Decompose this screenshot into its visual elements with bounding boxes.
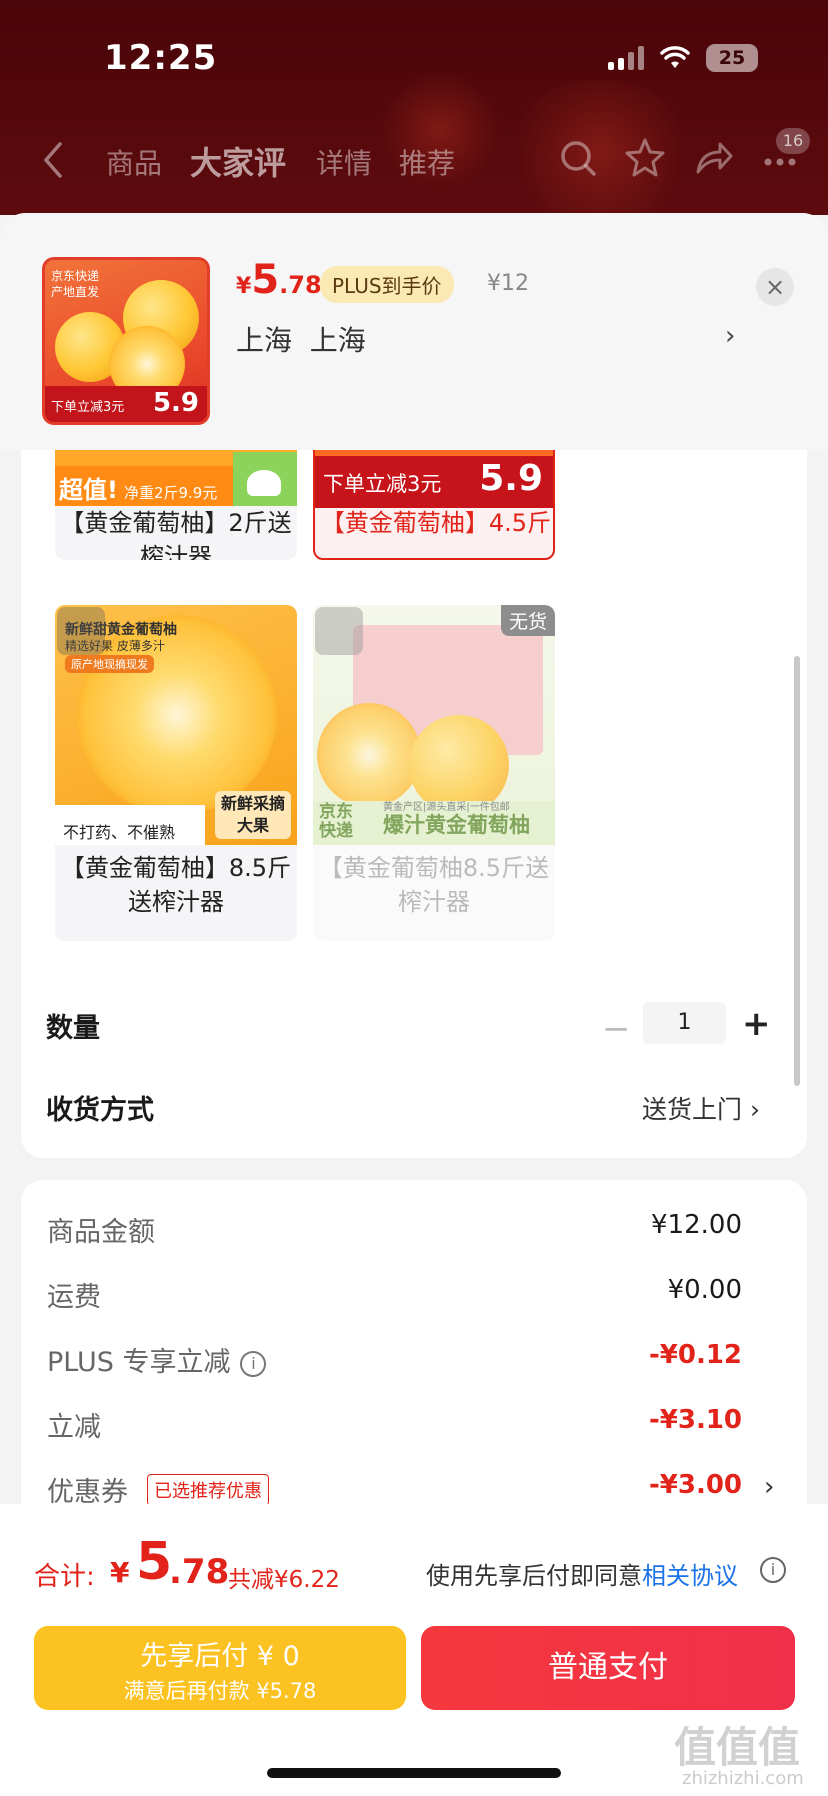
chevron-right-icon: › (749, 1095, 760, 1124)
tab-recommend[interactable]: 推荐 (399, 142, 455, 182)
sku-label: 【黄金葡萄柚】4.5斤 (320, 509, 552, 537)
pay-later-title: 先享后付 ¥ 0 (140, 1641, 300, 1672)
total-saved: 共减¥6.22 (228, 1567, 340, 1593)
sku-image: 下单立减3元 5.9 (315, 450, 553, 508)
star-icon[interactable] (624, 136, 666, 180)
sku-label: 【黄金葡萄柚】2斤送榨汁器 (60, 509, 292, 560)
original-price: ¥12 (487, 271, 529, 296)
scrollbar[interactable] (794, 656, 800, 1086)
quantity-input[interactable]: 1 (643, 1002, 726, 1044)
sku-option-selected[interactable]: 下单立减3元 5.9 【黄金葡萄柚】4.5斤 (313, 450, 555, 560)
sku-banner: 超值! 净重2斤9.9元 (55, 466, 233, 506)
agreement-link[interactable]: 相关协议 (642, 1562, 738, 1590)
total-currency: ¥ (110, 1556, 130, 1589)
expand-icon[interactable] (315, 607, 363, 655)
search-icon[interactable] (558, 136, 598, 180)
sku-option[interactable]: 新鲜甜黄金葡萄柚 精选好果 皮薄多汁 原产地现摘现发 不打药、不催熟 新鲜采摘大… (55, 605, 297, 941)
pay-later-subtitle: 满意后再付款 ¥5.78 (123, 1679, 317, 1703)
chevron-right-icon[interactable]: › (725, 321, 735, 351)
fee-label: PLUS 专享立减 i (47, 1340, 267, 1379)
total-price-integer: 5 (136, 1532, 173, 1592)
quantity-decrease-button[interactable]: − (602, 1009, 631, 1049)
fee-label: 立减 (47, 1412, 101, 1443)
cellular-signal-icon (608, 46, 644, 70)
close-button[interactable]: × (756, 268, 794, 306)
fee-value: ¥0.00 (667, 1275, 742, 1305)
sku-option[interactable]: 超值! 净重2斤9.9元 【黄金葡萄柚】2斤送榨汁器 (55, 450, 297, 560)
info-icon[interactable]: i (240, 1350, 267, 1377)
top-nav: 商品 大家评 详情 推荐 16 (0, 128, 828, 192)
expand-icon[interactable] (57, 607, 105, 655)
out-of-stock-badge: 无货 (500, 605, 555, 636)
grapefruit-half-image (317, 703, 421, 807)
tab-product[interactable]: 商品 (106, 142, 162, 182)
fee-value: -¥0.12 (648, 1340, 742, 1370)
status-icons: 25 (608, 44, 758, 72)
top-backdrop: 12:25 25 商品 大家评 详情 推荐 16 (0, 0, 828, 215)
battery-indicator: 25 (706, 44, 758, 72)
sku-banner: 下单立减3元 5.9 (315, 456, 553, 508)
thumb-promo-bar: 下单立减3元 5.9 (45, 386, 207, 422)
status-time: 12:25 (104, 38, 218, 78)
fee-value: -¥3.10 (648, 1405, 742, 1435)
sku-image: 超值! 净重2斤9.9元 (55, 450, 297, 506)
tab-reviews[interactable]: 大家评 (190, 138, 286, 184)
delivery-method-value[interactable]: 送货上门 › (642, 1090, 760, 1126)
total-label: 合计: (34, 1562, 95, 1592)
fee-label: 商品金额 (47, 1217, 155, 1248)
watermark-logo: 值值值 (674, 1723, 801, 1772)
normal-pay-button[interactable]: 普通支付 (421, 1626, 795, 1710)
quantity-increase-button[interactable]: + (742, 1004, 771, 1044)
total-price-decimal: .78 (169, 1552, 230, 1592)
quantity-label: 数量 (46, 1013, 100, 1044)
sku-card: 超值! 净重2斤9.9元 【黄金葡萄柚】2斤送榨汁器 下单立减3元 5.9 【黄金… (21, 450, 807, 1158)
product-thumbnail[interactable]: 京东快递 产地直发 下单立减3元 5.9 (42, 257, 210, 425)
current-price: ¥ 5 .78 (236, 257, 322, 303)
sku-image: 京东快递 黄金产区|源头直采|一件包邮 爆汁黄金葡萄柚 (313, 605, 555, 845)
home-indicator[interactable] (267, 1768, 561, 1778)
agreement-text: 使用先享后付即同意相关协议 (426, 1562, 738, 1590)
more-icon[interactable] (762, 156, 798, 168)
fee-value: ¥12.00 (651, 1210, 742, 1240)
plus-price-tag: PLUS到手价 (320, 266, 454, 303)
sku-label: 【黄金葡萄柚】8.5斤送榨汁器 (60, 854, 292, 916)
message-count-badge: 16 (776, 128, 810, 154)
delivery-method-label: 收货方式 (46, 1095, 154, 1126)
share-icon[interactable] (692, 136, 734, 180)
wifi-icon (660, 46, 690, 68)
tab-details[interactable]: 详情 (316, 142, 372, 182)
coupon-tag: 已选推荐优惠 (147, 1474, 269, 1506)
info-icon[interactable]: i (760, 1557, 786, 1583)
fee-value[interactable]: -¥3.00 (649, 1470, 742, 1500)
sku-image: 新鲜甜黄金葡萄柚 精选好果 皮薄多汁 原产地现摘现发 不打药、不催熟 新鲜采摘大… (55, 605, 297, 845)
watermark-url: zhizhizhi.com (682, 1768, 804, 1789)
sku-label: 【黄金葡萄柚8.5斤送榨汁器 (318, 854, 550, 916)
fee-label: 运费 (47, 1282, 101, 1313)
delivery-address[interactable]: 上海 上海 (236, 319, 366, 359)
pay-later-button[interactable]: 先享后付 ¥ 0 满意后再付款 ¥5.78 (34, 1626, 406, 1710)
thumb-caption: 京东快递 产地直发 (51, 269, 100, 299)
juicer-image (233, 452, 297, 506)
sheet-header: 京东快递 产地直发 下单立减3元 5.9 ¥ 5 .78 PLUS到手价 ¥12… (0, 213, 828, 450)
back-arrow-icon[interactable] (38, 138, 68, 182)
chevron-right-icon[interactable]: › (764, 1472, 774, 1502)
sku-option-out-of-stock[interactable]: 京东快递 黄金产区|源头直采|一件包邮 爆汁黄金葡萄柚 无货 【黄金葡萄柚8.5… (313, 605, 555, 941)
